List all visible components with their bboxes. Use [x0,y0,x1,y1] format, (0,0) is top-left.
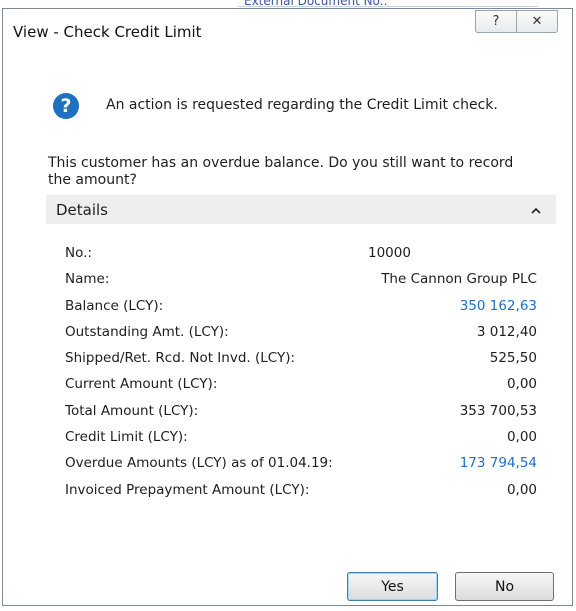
detail-label: Balance (LCY): [65,297,164,314]
request-message: An action is requested regarding the Cre… [106,97,498,113]
detail-row-shipped: Shipped/Ret. Rcd. Not Invd. (LCY): 525,5… [65,346,537,372]
shipped-not-invoiced-value: 525,50 [489,350,537,367]
detail-row-no: No.: 10000 [65,241,537,267]
details-section-header[interactable]: Details [46,195,556,224]
close-icon: ✕ [531,14,543,29]
detail-label: Name: [65,271,110,288]
background-field-label: External Document No.: [244,0,388,8]
dialog-titlebar: View - Check Credit Limit ? ✕ [3,9,572,49]
no-button[interactable]: No [455,572,554,601]
detail-label: Current Amount (LCY): [65,376,218,393]
current-amount-value: 0,00 [506,376,537,393]
customer-no-value: 10000 [368,245,411,261]
chevron-up-icon[interactable] [528,202,544,218]
detail-label: Invoiced Prepayment Amount (LCY): [65,481,310,498]
help-button[interactable]: ? [475,10,517,33]
detail-row-current: Current Amount (LCY): 0,00 [65,372,537,398]
detail-row-name: Name: The Cannon Group PLC [65,267,537,293]
customer-name-value: The Cannon Group PLC [381,271,537,288]
invoiced-prepayment-value: 0,00 [506,481,537,498]
overdue-question: This customer has an overdue balance. Do… [48,155,514,188]
credit-limit-value: 0,00 [506,429,537,446]
dialog-title: View - Check Credit Limit [13,23,202,41]
help-icon: ? [492,14,500,29]
balance-link[interactable]: 350 162,63 [460,298,537,314]
detail-row-prepayment: Invoiced Prepayment Amount (LCY): 0,00 [65,478,537,504]
details-label: Details [56,201,109,219]
close-button[interactable]: ✕ [516,10,558,33]
detail-row-outstanding: Outstanding Amt. (LCY): 3 012,40 [65,320,537,346]
total-amount-value: 353 700,53 [459,402,537,419]
detail-row-balance: Balance (LCY): 350 162,63 [65,294,537,320]
detail-row-credit-limit: Credit Limit (LCY): 0,00 [65,425,537,451]
detail-label: No.: [65,245,92,261]
detail-row-overdue: Overdue Amounts (LCY) as of 01.04.19: 17… [65,451,537,477]
yes-button[interactable]: Yes [347,572,438,601]
detail-label: Shipped/Ret. Rcd. Not Invd. (LCY): [65,350,296,367]
overdue-amounts-link[interactable]: 173 794,54 [460,455,537,471]
check-credit-limit-dialog: View - Check Credit Limit ? ✕ ? An actio… [2,8,573,606]
detail-label: Credit Limit (LCY): [65,429,188,446]
detail-label: Outstanding Amt. (LCY): [65,323,229,340]
question-info-icon: ? [53,93,79,119]
outstanding-amount-value: 3 012,40 [476,323,537,340]
detail-row-total: Total Amount (LCY): 353 700,53 [65,399,537,425]
detail-label: Overdue Amounts (LCY) as of 01.04.19: [65,455,333,472]
details-rows: No.: 10000 Name: The Cannon Group PLC Ba… [65,241,537,504]
detail-label: Total Amount (LCY): [65,402,199,419]
